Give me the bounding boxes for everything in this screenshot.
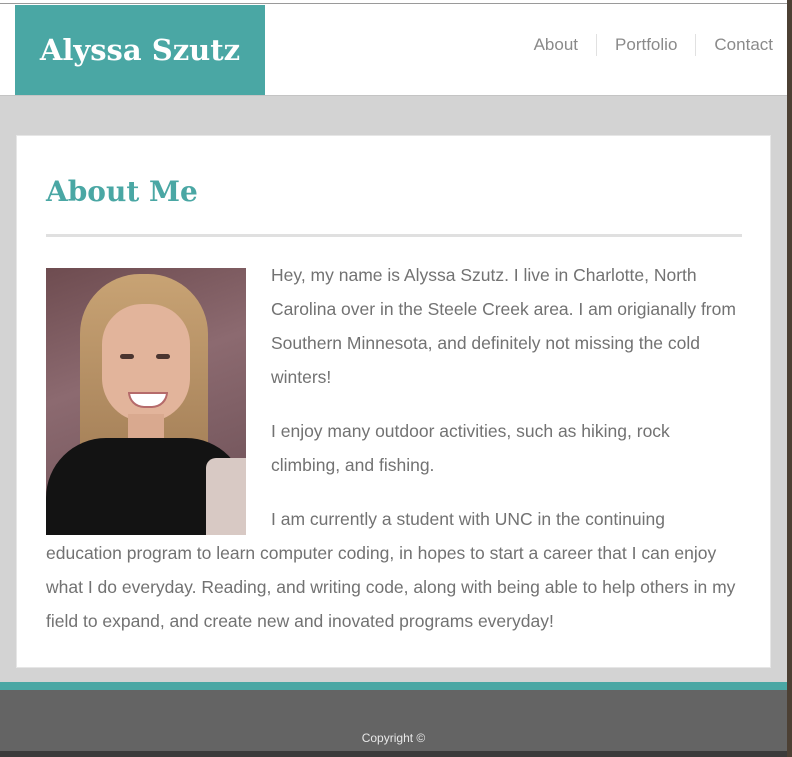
nav-portfolio[interactable]: Portfolio [596, 34, 695, 56]
main-nav: About Portfolio Contact [516, 34, 773, 56]
nav-contact[interactable]: Contact [695, 34, 773, 56]
copyright-text: Copyright © [361, 731, 426, 745]
profile-photo [46, 268, 246, 535]
site-logo[interactable]: Alyssa Szutz [15, 5, 265, 95]
window-edge [787, 0, 792, 757]
bottom-border [0, 751, 787, 757]
footer-accent-stripe [0, 682, 787, 690]
site-footer: Copyright © [0, 690, 787, 757]
about-content: Hey, my name is Alyssa Szutz. I live in … [46, 258, 742, 658]
page-title: About Me [46, 175, 198, 208]
site-header: Alyssa Szutz About Portfolio Contact [0, 4, 787, 96]
title-divider [46, 234, 742, 237]
nav-about[interactable]: About [516, 34, 596, 56]
about-card: About Me Hey, my name is Alyssa Szutz. I… [16, 135, 771, 668]
